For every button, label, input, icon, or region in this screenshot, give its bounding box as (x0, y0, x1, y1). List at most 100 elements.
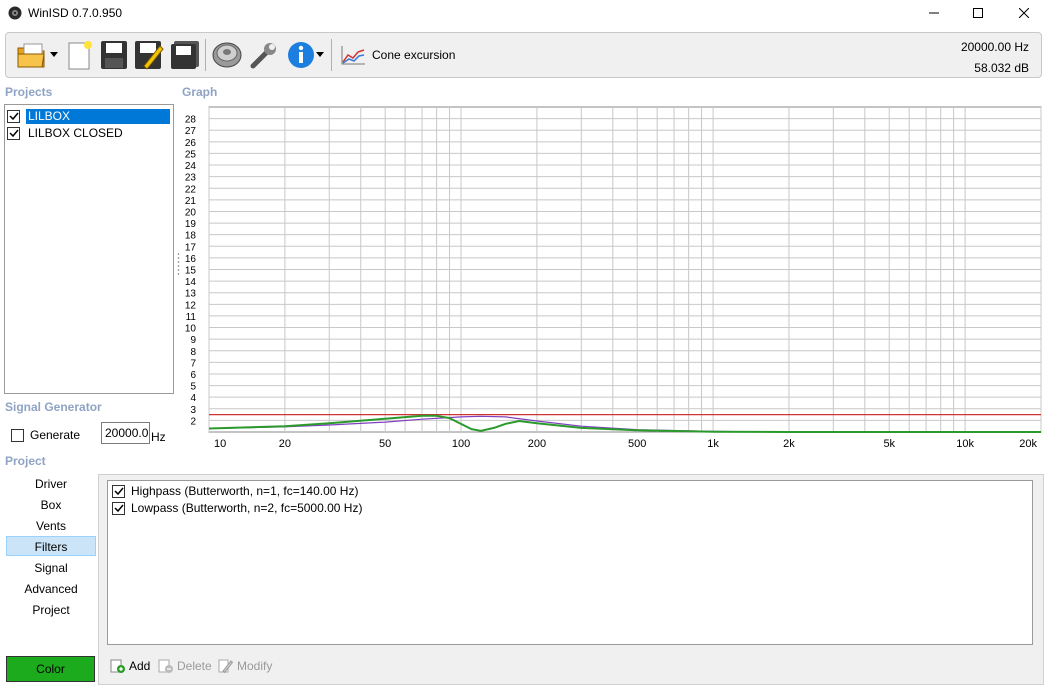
project-name: LILBOX CLOSED (28, 126, 123, 140)
nav-filters[interactable]: Filters (6, 536, 96, 556)
y-tick-label: 18 (185, 231, 197, 242)
add-icon (110, 659, 125, 673)
filter-item-lowpass[interactable]: Lowpass (Butterworth, n=2, fc=5000.00 Hz… (112, 501, 362, 515)
x-tick-label: 20 (279, 438, 291, 450)
y-tick-label: 13 (185, 289, 197, 300)
info-button[interactable] (283, 37, 327, 73)
driver-editor-button[interactable] (209, 37, 245, 73)
delete-label: Delete (177, 658, 212, 673)
cone-excursion-button[interactable] (338, 37, 368, 73)
project-item-lilbox-closed[interactable]: LILBOX CLOSED (7, 125, 125, 142)
add-label: Add (129, 658, 151, 673)
save-disk-icon (101, 41, 127, 69)
project-checkbox[interactable] (7, 127, 20, 140)
add-filter-button[interactable]: Add (110, 658, 150, 673)
filter-checkbox[interactable] (112, 501, 125, 515)
y-tick-label: 10 (185, 324, 197, 335)
minimize-button[interactable] (911, 0, 957, 26)
save-as-button[interactable] (132, 37, 166, 73)
wrench-icon (250, 43, 276, 69)
y-tick-label: 19 (185, 219, 197, 230)
x-tick-label: 5k (883, 438, 895, 450)
y-tick-label: 27 (185, 126, 197, 137)
y-tick-label: 4 (190, 393, 196, 404)
app-icon (8, 6, 22, 20)
x-tick-label: 1k (707, 438, 719, 450)
new-document-icon (68, 41, 92, 70)
toolbar: Cone excursion 20000.00 Hz 58.032 dB (5, 32, 1042, 78)
y-tick-label: 24 (185, 161, 197, 172)
y-tick-label: 9 (190, 335, 196, 346)
save-all-button[interactable] (168, 37, 202, 73)
maximize-button[interactable] (955, 0, 1001, 26)
delete-icon (158, 659, 173, 673)
y-tick-label: 15 (185, 266, 197, 277)
filter-label: Highpass (Butterworth, n=1, fc=140.00 Hz… (131, 484, 359, 498)
y-tick-label: 22 (185, 184, 197, 195)
project-item-lilbox[interactable]: LILBOX (7, 108, 171, 125)
save-edit-icon (135, 41, 164, 70)
graph-section-label: Graph (182, 85, 218, 99)
filter-item-highpass[interactable]: Highpass (Butterworth, n=1, fc=140.00 Hz… (112, 484, 358, 498)
y-tick-label: 2 (190, 416, 196, 427)
maximize-icon (973, 8, 983, 18)
x-tick-label: 50 (379, 438, 391, 450)
generate-checkbox[interactable] (11, 428, 24, 442)
response-graph[interactable]: 2345678910111213141516171819202122232425… (176, 103, 1044, 453)
y-tick-label: 6 (190, 370, 196, 381)
y-tick-label: 23 (185, 173, 197, 184)
nav-driver[interactable]: Driver (6, 474, 96, 494)
modify-label: Modify (237, 658, 273, 673)
nav-vents[interactable]: Vents (6, 516, 96, 536)
save-button[interactable] (98, 37, 130, 73)
nav-signal[interactable]: Signal (6, 558, 96, 578)
new-project-button[interactable] (64, 37, 96, 73)
pencil-icon (218, 659, 233, 673)
signal-generator-section-label: Signal Generator (5, 400, 102, 414)
modify-filter-button[interactable]: Modify (218, 658, 272, 673)
title-bar: WinISD 0.7.0.950 (0, 0, 1049, 26)
filter-checkbox[interactable] (112, 484, 125, 498)
y-tick-label: 12 (185, 300, 197, 311)
y-tick-label: 11 (186, 312, 197, 323)
cone-excursion-label[interactable]: Cone excursion (372, 48, 455, 62)
close-icon (1019, 8, 1029, 18)
color-button[interactable]: Color (6, 656, 95, 682)
checkmark-icon (8, 112, 19, 121)
tools-button[interactable] (247, 37, 281, 73)
nav-box[interactable]: Box (6, 495, 96, 515)
signal-frequency-input[interactable] (101, 422, 150, 444)
y-tick-label: 16 (185, 254, 197, 265)
y-tick-label: 20 (185, 207, 197, 218)
open-project-button[interactable] (12, 37, 62, 73)
y-tick-label: 5 (190, 382, 196, 393)
frequency-unit-label: Hz (151, 430, 166, 444)
level-readout: 58.032 dB (974, 61, 1029, 75)
y-tick-label: 14 (185, 277, 197, 288)
x-tick-label: 100 (452, 438, 470, 450)
close-button[interactable] (1001, 0, 1047, 26)
nav-advanced[interactable]: Advanced (6, 579, 96, 599)
toolbar-separator (331, 39, 332, 71)
x-tick-label: 200 (528, 438, 546, 450)
projects-list[interactable]: LILBOX LILBOX CLOSED (4, 104, 174, 394)
generate-toggle[interactable]: Generate (11, 428, 80, 442)
filters-list[interactable]: Highpass (Butterworth, n=1, fc=140.00 Hz… (107, 480, 1033, 645)
project-section-label: Project (5, 454, 46, 468)
generate-label: Generate (30, 428, 81, 442)
y-tick-label: 28 (185, 115, 197, 126)
x-tick-label: 500 (628, 438, 646, 450)
checkmark-icon (8, 129, 19, 138)
info-icon (288, 42, 314, 68)
x-tick-label: 20k (1019, 438, 1037, 450)
y-tick-label: 3 (190, 405, 196, 416)
x-tick-label: 10 (214, 438, 226, 450)
minimize-icon (929, 12, 939, 14)
project-checkbox[interactable] (7, 110, 20, 123)
dropdown-arrow-icon (50, 52, 58, 57)
y-tick-label: 21 (185, 196, 197, 207)
nav-project[interactable]: Project (6, 600, 96, 620)
delete-filter-button[interactable]: Delete (158, 658, 212, 673)
checkmark-icon (113, 487, 124, 495)
y-tick-label: 26 (185, 138, 197, 149)
